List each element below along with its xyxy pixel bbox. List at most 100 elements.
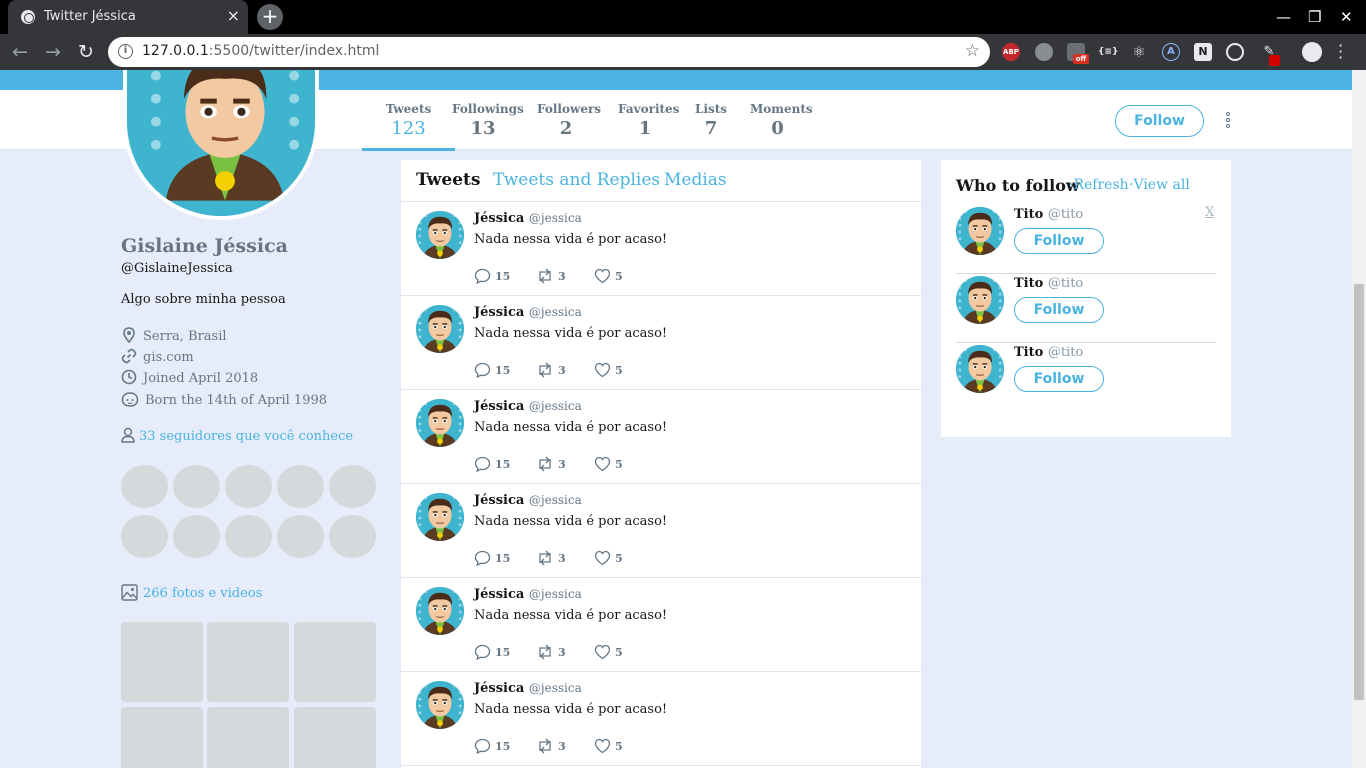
more-options-icon[interactable] [1226, 112, 1230, 130]
reply-button[interactable]: 15 [474, 550, 510, 567]
lightbulb-extension-icon[interactable] [1035, 43, 1053, 61]
notion-extension-icon[interactable]: N [1194, 43, 1212, 61]
refresh-link[interactable]: ·Refresh [1069, 177, 1129, 193]
media-thumbnail[interactable] [207, 622, 289, 702]
tweet[interactable]: Jéssica @jessica Nada nessa vida é por ac… [401, 390, 921, 484]
known-followers-link[interactable]: 33 seguidores que você conhece [121, 427, 353, 444]
back-icon[interactable]: ← [12, 41, 28, 63]
stat-moments[interactable]: Moments 0 [750, 102, 813, 139]
stat-lists[interactable]: Lists 7 [695, 102, 727, 139]
follower-avatar[interactable] [121, 465, 168, 508]
bookmark-star-icon[interactable]: ☆ [965, 41, 980, 61]
retweet-button[interactable]: 3 [536, 268, 566, 284]
website-link[interactable]: gis.com [143, 350, 194, 365]
tweet-avatar[interactable] [416, 399, 464, 447]
tweet-avatar[interactable] [416, 305, 464, 353]
adblock-extension-icon[interactable]: ABP [1002, 43, 1020, 61]
suggestion-follow-button[interactable]: Follow [1014, 228, 1104, 254]
retweet-button[interactable]: 3 [536, 644, 566, 660]
stat-tweets[interactable]: Tweets 123 [362, 102, 455, 151]
site-info-icon[interactable]: i [118, 44, 133, 59]
suggestion-handle[interactable]: @tito [1048, 345, 1083, 360]
minimize-icon[interactable]: — [1276, 8, 1291, 26]
media-thumbnail[interactable] [121, 707, 203, 768]
suggestion-follow-button[interactable]: Follow [1014, 366, 1104, 392]
view-all-link[interactable]: ·View all [1129, 177, 1190, 193]
stat-followers[interactable]: Followers 2 [537, 102, 601, 139]
tweet-avatar[interactable] [416, 681, 464, 729]
follower-avatar[interactable] [173, 515, 220, 558]
reply-button[interactable]: 15 [474, 268, 510, 285]
tweet-author-handle[interactable]: @jessica [529, 681, 582, 695]
scrollbar-thumb[interactable] [1354, 284, 1364, 700]
tweet[interactable]: Jéssica @jessica Nada nessa vida é por ac… [401, 202, 921, 296]
a-extension-icon[interactable]: A [1162, 43, 1180, 61]
follower-avatar[interactable] [277, 515, 324, 558]
reload-icon[interactable]: ↻ [78, 41, 94, 63]
browser-menu-icon[interactable]: · · · [1338, 38, 1343, 66]
tweet[interactable]: Jéssica @jessica Nada nessa vida é por ac… [401, 578, 921, 672]
follower-avatar[interactable] [329, 515, 376, 558]
media-thumbnail[interactable] [207, 707, 289, 768]
tweet-avatar[interactable] [416, 493, 464, 541]
retweet-button[interactable]: 3 [536, 362, 566, 378]
tweet-author-handle[interactable]: @jessica [529, 399, 582, 413]
tweet[interactable]: Jéssica @jessica Nada nessa vida é por ac… [401, 484, 921, 578]
browser-tab[interactable]: Twitter Jéssica × [8, 0, 248, 34]
like-button[interactable]: 5 [594, 738, 623, 754]
suggestion-handle[interactable]: @tito [1048, 207, 1083, 222]
tab-medias[interactable]: Medias [664, 170, 727, 190]
suggestion-follow-button[interactable]: Follow [1014, 297, 1104, 323]
reply-button[interactable]: 15 [474, 362, 510, 379]
window-close-icon[interactable]: ✕ [1340, 8, 1353, 26]
tweet-author-name[interactable]: Jéssica [474, 587, 524, 602]
tweet-avatar[interactable] [416, 587, 464, 635]
reply-button[interactable]: 15 [474, 738, 510, 755]
reply-button[interactable]: 15 [474, 456, 510, 473]
profile-avatar-icon[interactable] [1302, 42, 1322, 62]
suggestion-avatar[interactable] [956, 345, 1004, 393]
tweet-author-name[interactable]: Jéssica [474, 493, 524, 508]
like-button[interactable]: 5 [594, 362, 623, 378]
retweet-button[interactable]: 3 [536, 550, 566, 566]
media-thumbnail[interactable] [294, 707, 376, 768]
tab-tweets-and-replies[interactable]: Tweets and Replies [493, 170, 660, 190]
tweet[interactable]: Jéssica @jessica Nada nessa vida é por ac… [401, 296, 921, 390]
page-scrollbar[interactable] [1352, 70, 1366, 768]
follower-avatar[interactable] [277, 465, 324, 508]
suggestion-name[interactable]: Tito [1014, 345, 1043, 360]
suggestion-handle[interactable]: @tito [1048, 276, 1083, 291]
follower-avatar[interactable] [225, 515, 272, 558]
forward-icon[interactable]: → [45, 41, 61, 63]
follower-avatar[interactable] [121, 515, 168, 558]
tweet-author-name[interactable]: Jéssica [474, 399, 524, 414]
like-button[interactable]: 5 [594, 550, 623, 566]
like-button[interactable]: 5 [594, 268, 623, 284]
suggestion-name[interactable]: Tito [1014, 276, 1043, 291]
new-tab-button[interactable]: + [257, 4, 283, 30]
follower-avatar[interactable] [173, 465, 220, 508]
tweet[interactable]: Jéssica @jessica Nada nessa vida é por ac… [401, 672, 921, 766]
tweet-author-handle[interactable]: @jessica [529, 305, 582, 319]
address-bar[interactable]: i 127.0.0.1:5500/twitter/index.html ☆ [108, 37, 990, 67]
suggestion-avatar[interactable] [956, 207, 1004, 255]
reply-button[interactable]: 15 [474, 644, 510, 661]
tweet-author-handle[interactable]: @jessica [529, 493, 582, 507]
follower-avatar[interactable] [225, 465, 272, 508]
retweet-button[interactable]: 3 [536, 456, 566, 472]
photos-videos-link[interactable]: 266 fotos e videos [121, 584, 262, 601]
tweet-avatar[interactable] [416, 211, 464, 259]
media-thumbnail[interactable] [121, 622, 203, 702]
suggestion-name[interactable]: Tito [1014, 207, 1043, 222]
stat-followings[interactable]: Followings 13 [452, 102, 524, 139]
follower-avatar[interactable] [329, 465, 376, 508]
react-devtools-icon[interactable]: ⚛ [1130, 43, 1148, 61]
tab-tweets[interactable]: Tweets [416, 170, 480, 190]
retweet-button[interactable]: 3 [536, 738, 566, 754]
tweet-author-name[interactable]: Jéssica [474, 211, 524, 226]
profile-follow-button[interactable]: Follow [1115, 105, 1204, 137]
tweet-author-handle[interactable]: @jessica [529, 587, 582, 601]
media-thumbnail[interactable] [294, 622, 376, 702]
tweet-author-name[interactable]: Jéssica [474, 681, 524, 696]
tweet-author-handle[interactable]: @jessica [529, 211, 582, 225]
